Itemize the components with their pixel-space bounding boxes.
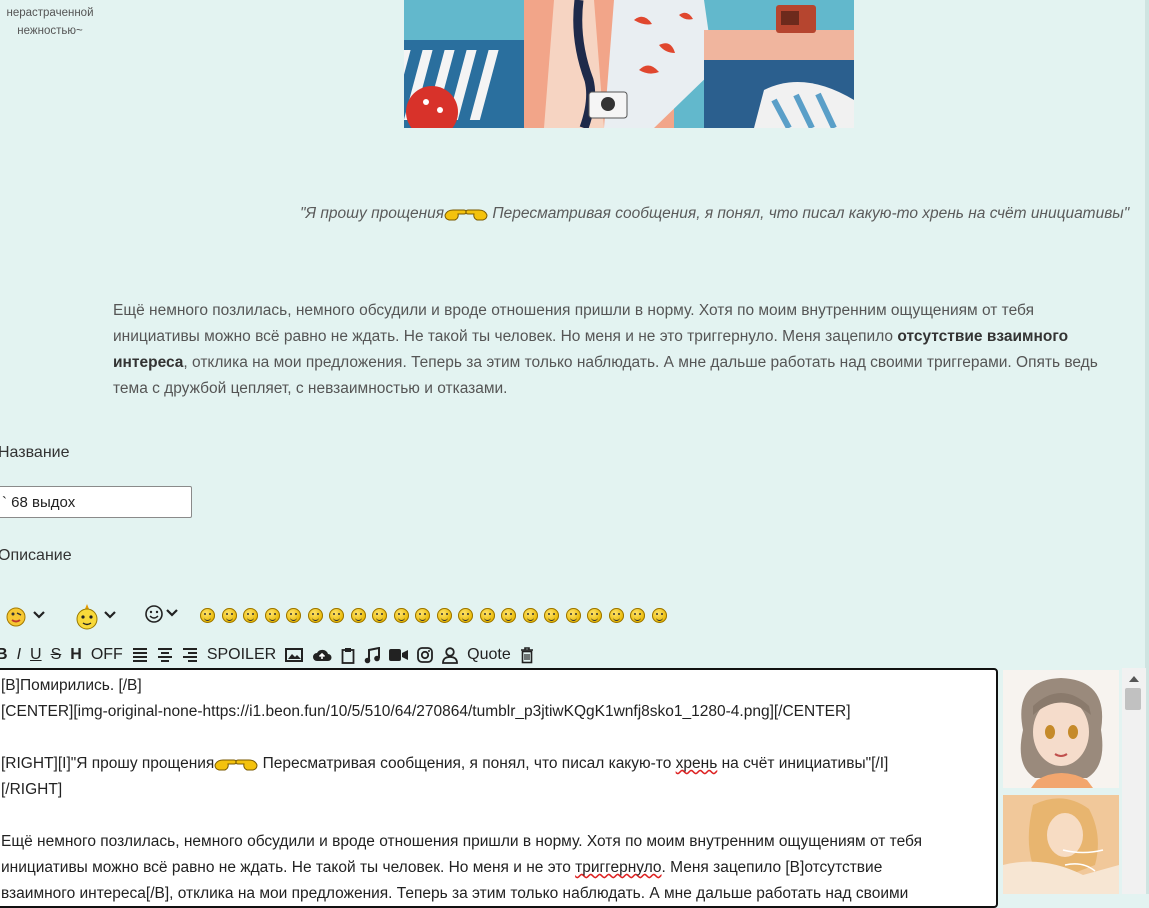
delete-button[interactable] xyxy=(520,646,534,664)
align-right-button[interactable] xyxy=(182,647,198,663)
pointing-right-hand-icon xyxy=(444,207,467,226)
quote-button[interactable]: Quote xyxy=(467,646,511,664)
post-illustration xyxy=(404,0,854,128)
smiley-icon[interactable] xyxy=(651,608,667,623)
editor-line-empty xyxy=(1,725,996,751)
bold-button[interactable]: B xyxy=(0,646,8,664)
editor-line: [CENTER][img-original-none-https://i1.be… xyxy=(1,703,851,720)
image-icon xyxy=(285,648,304,662)
pointing-right-hand-icon xyxy=(214,754,237,780)
editor-line: взаимного интереса[/B], отклика на мои п… xyxy=(1,885,909,902)
instagram-icon xyxy=(417,647,434,663)
editor-line: инициативы можно всё равно не ждать. Не … xyxy=(1,855,996,881)
emoji-set-dropdown-3[interactable] xyxy=(144,603,186,627)
smiley-icon[interactable] xyxy=(436,608,452,623)
editor-line-empty xyxy=(1,803,996,829)
quote-text-start: "Я прошу прощения xyxy=(300,205,445,222)
heading-button[interactable]: H xyxy=(70,646,82,664)
spellcheck-word: триггернуло xyxy=(575,859,662,876)
smiley-icon[interactable] xyxy=(393,608,409,623)
music-note-icon xyxy=(364,646,381,663)
clipboard-button[interactable] xyxy=(341,647,355,664)
smiley-icon[interactable] xyxy=(479,608,495,623)
off-button[interactable]: OFF xyxy=(91,646,123,664)
sidebar-caption: нерастраченной нежностью~ xyxy=(0,4,100,40)
editor-text: Пересматривая сообщения, я понял, что пи… xyxy=(258,755,676,772)
spoiler-button[interactable]: SPOILER xyxy=(207,646,276,664)
smiley-icon[interactable] xyxy=(415,608,430,623)
user-icon xyxy=(442,646,459,664)
title-label: Название xyxy=(0,444,70,461)
instagram-button[interactable] xyxy=(417,647,434,663)
editor-line: [B]Помирились. [/B] xyxy=(1,677,142,694)
smiley-icon[interactable] xyxy=(200,608,215,623)
smiley-icon[interactable] xyxy=(286,608,301,623)
illustration-art xyxy=(404,0,854,128)
smiley-icon[interactable] xyxy=(307,608,323,623)
quote-text-end: Пересматривая сообщения, я понял, что пи… xyxy=(488,205,1130,222)
strikethrough-button[interactable]: S xyxy=(51,646,62,664)
video-camera-icon xyxy=(389,649,409,661)
avatar-thumbnail[interactable] xyxy=(1003,795,1119,894)
smiley-icon[interactable] xyxy=(372,608,387,623)
scroll-thumb[interactable] xyxy=(1125,688,1141,710)
post-paragraph: Ещё немного позлилась, немного обсудили … xyxy=(113,298,1123,402)
description-label: Описание xyxy=(0,547,72,564)
smiley-icon[interactable] xyxy=(544,608,559,623)
editor-text: [RIGHT][I]"Я прошу прощения xyxy=(1,755,215,772)
description-editor[interactable]: [B]Помирились. [/B] [CENTER][img-origina… xyxy=(0,668,998,908)
smiley-icon[interactable] xyxy=(522,608,538,623)
caption-line-1: нерастраченной xyxy=(6,7,94,19)
smiley-icon[interactable] xyxy=(630,608,645,623)
editor-text: . Меня зацепило [B]отсутствие xyxy=(661,859,883,876)
align-center-button[interactable] xyxy=(157,647,173,663)
post-quote: "Я прошу прощения Пересматривая сообщени… xyxy=(300,205,1149,226)
pointing-left-hand-icon xyxy=(465,207,488,226)
avatar-thumbnails xyxy=(1003,668,1119,894)
trash-icon xyxy=(520,646,533,663)
align-center-icon xyxy=(157,648,172,662)
smiley-icon[interactable] xyxy=(350,608,366,623)
spellcheck-word: хрень xyxy=(675,755,718,772)
clipboard-icon xyxy=(341,647,355,664)
image-button[interactable] xyxy=(285,647,304,663)
smiley-icon[interactable] xyxy=(587,608,602,623)
paragraph-text-end: , отклика на мои предложения. Теперь за … xyxy=(113,354,1098,397)
editor-line: [/RIGHT] xyxy=(1,781,63,798)
smiley-icon[interactable] xyxy=(458,608,473,623)
user-mention-button[interactable] xyxy=(442,646,459,664)
smiley-icon[interactable] xyxy=(608,608,624,623)
thumbnail-scrollbar[interactable] xyxy=(1122,668,1146,894)
avatar-thumbnail[interactable] xyxy=(1003,670,1119,788)
align-right-icon xyxy=(182,648,197,662)
pointing-left-hand-icon xyxy=(235,754,258,780)
smiley-icon[interactable] xyxy=(221,608,237,623)
smiley-icon[interactable] xyxy=(264,608,280,623)
caption-line-2: нежностью~ xyxy=(17,25,83,37)
underline-button[interactable]: U xyxy=(30,646,42,664)
emoji-set-dropdown-2[interactable] xyxy=(74,603,122,630)
cloud-upload-icon xyxy=(313,649,332,661)
scroll-up-arrow-icon[interactable] xyxy=(1129,676,1139,682)
editor-line: [RIGHT][I]"Я прошу прощения Пересматрива… xyxy=(1,751,996,777)
formatting-toolbar: B I U S H OFF SPOILER Quote xyxy=(0,643,543,667)
smiley-icon[interactable] xyxy=(329,608,344,623)
upload-button[interactable] xyxy=(312,647,332,663)
emoji-bar xyxy=(0,601,720,631)
emoji-set-dropdown-1[interactable] xyxy=(4,603,50,627)
editor-line: Ещё немного позлилась, немного обсудили … xyxy=(1,833,922,850)
align-left-button[interactable] xyxy=(132,647,148,663)
paragraph-text-start: Ещё немного позлилась, немного обсудили … xyxy=(113,302,1034,345)
italic-button[interactable]: I xyxy=(17,646,21,664)
title-input[interactable] xyxy=(0,486,192,518)
smiley-icon[interactable] xyxy=(243,608,258,623)
smiley-icon[interactable] xyxy=(501,608,516,623)
align-left-icon xyxy=(132,648,147,662)
editor-text: на счёт инициативы"[/I] xyxy=(717,755,889,772)
video-button[interactable] xyxy=(389,648,409,662)
smiley-icon[interactable] xyxy=(565,608,581,623)
editor-text: инициативы можно всё равно не ждать. Не … xyxy=(1,859,576,876)
music-button[interactable] xyxy=(364,646,381,664)
